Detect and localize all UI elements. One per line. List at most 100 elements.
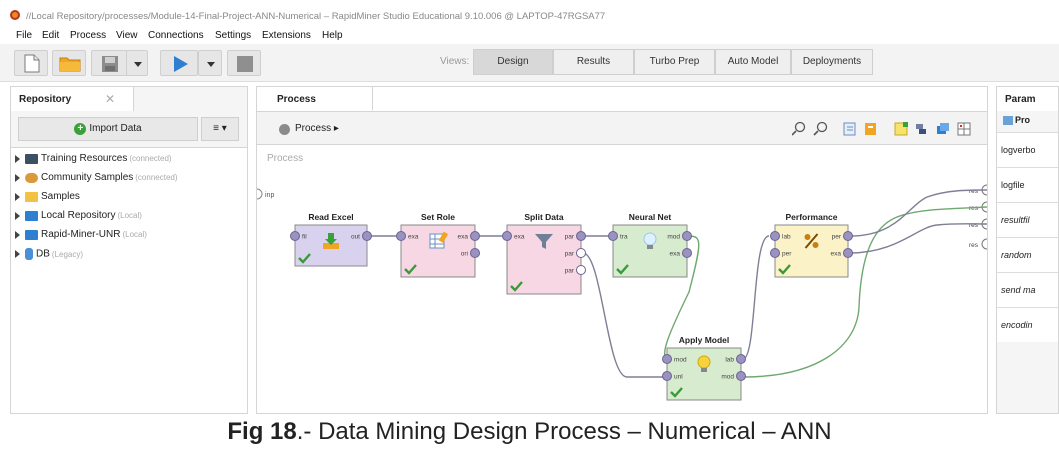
repository-menu-button[interactable]: ≡ ▾ <box>201 117 239 141</box>
tab-deployments[interactable]: Deployments <box>791 49 873 75</box>
process-input-port[interactable]: inp <box>257 188 274 200</box>
output-port[interactable] <box>736 354 746 364</box>
menu-view[interactable]: View <box>116 30 138 41</box>
tab-design[interactable]: Design <box>473 49 553 75</box>
repository-item-status: (Local) <box>122 230 147 239</box>
param-label: logfile <box>1001 180 1025 190</box>
input-port[interactable] <box>290 231 300 241</box>
output-port[interactable] <box>682 231 692 241</box>
output-port[interactable] <box>576 231 586 241</box>
output-port[interactable] <box>470 248 480 258</box>
open-folder-icon <box>59 57 81 72</box>
param-row-resultfile[interactable]: resultfil <box>997 202 1058 237</box>
operator-apply-model[interactable]: Apply Model mod unl lab mod <box>662 335 746 401</box>
input-port[interactable] <box>770 231 780 241</box>
figure-caption: Fig 18.- Data Mining Design Process – Nu… <box>0 418 1059 446</box>
menu-edit[interactable]: Edit <box>42 30 59 41</box>
param-label: send ma <box>1001 285 1036 295</box>
chevron-down-icon <box>134 62 142 67</box>
output-port-label: par <box>565 234 575 241</box>
expand-arrow-icon[interactable] <box>15 250 20 258</box>
run-process-button[interactable] <box>160 50 198 76</box>
save-process-button[interactable] <box>91 50 129 76</box>
repository-item-training-resources[interactable]: Training Resources (connected) <box>15 153 172 169</box>
expand-arrow-icon[interactable] <box>15 154 20 163</box>
param-label: logverbo <box>1001 145 1036 155</box>
figure-caption-text: .- Data Mining Design Process – Numerica… <box>296 418 832 445</box>
expand-arrow-icon[interactable] <box>15 211 20 220</box>
folder-icon <box>25 191 38 202</box>
input-port[interactable] <box>662 354 672 364</box>
operator-set-role[interactable]: Set Role exa exa ori <box>396 212 480 278</box>
input-port[interactable] <box>608 231 618 241</box>
repository-item-local-repository[interactable]: Local Repository (Local) <box>15 210 142 226</box>
param-row-logfile[interactable]: logfile <box>997 167 1058 202</box>
operator-neural-net[interactable]: Neural Net tra mod exa <box>608 212 692 278</box>
operator-read-excel[interactable]: Read Excel fil out <box>290 212 372 267</box>
operator-title: Neural Net <box>629 212 672 222</box>
menu-help[interactable]: Help <box>322 30 343 41</box>
result-port-label: res <box>969 222 979 229</box>
input-port-label: inp <box>265 192 274 199</box>
import-data-button[interactable]: + Import Data <box>18 117 198 141</box>
tab-turbo-prep[interactable]: Turbo Prep <box>634 49 715 75</box>
repository-item-label: Community Samples <box>41 172 134 183</box>
tab-repository[interactable]: Repository ✕ <box>11 87 134 111</box>
repository-item-community-samples[interactable]: Community Samples (connected) <box>15 172 178 188</box>
result-port-label: res <box>969 205 979 212</box>
main-toolbar: Views: Design Results Turbo Prep Auto Mo… <box>0 44 1059 82</box>
param-row-random-seed[interactable]: random <box>997 237 1058 272</box>
parameters-tab-label: Param <box>1005 94 1036 105</box>
tab-auto-model[interactable]: Auto Model <box>715 49 791 75</box>
menu-process[interactable]: Process <box>70 30 106 41</box>
window-title: //Local Repository/processes/Module-14-F… <box>26 11 606 22</box>
figure-number: Fig 18 <box>227 418 297 445</box>
tab-results[interactable]: Results <box>553 49 634 75</box>
expand-arrow-icon[interactable] <box>15 230 20 239</box>
output-port[interactable] <box>682 248 692 258</box>
canvas-label: Process <box>267 153 303 164</box>
result-port[interactable] <box>981 238 987 250</box>
menu-connections[interactable]: Connections <box>148 30 204 41</box>
process-panel: Process Process ▸ Process inp res res re… <box>256 86 988 414</box>
menu-extensions[interactable]: Extensions <box>262 30 311 41</box>
input-port[interactable] <box>396 231 406 241</box>
input-port[interactable] <box>662 371 672 381</box>
repository-item-db[interactable]: DB (Legacy) <box>15 248 83 264</box>
chevron-down-icon <box>207 62 215 67</box>
output-port[interactable] <box>843 231 853 241</box>
operator-split-data[interactable]: Split Data exa par par par <box>502 212 586 295</box>
param-label: random <box>1001 250 1032 260</box>
output-port[interactable] <box>843 248 853 258</box>
run-dropdown-button[interactable] <box>198 50 222 76</box>
operator-performance[interactable]: Performance lab per per exa <box>770 212 853 278</box>
save-dropdown-button[interactable] <box>126 50 148 76</box>
output-port[interactable] <box>576 248 586 258</box>
expand-arrow-icon[interactable] <box>15 192 20 201</box>
repository-item-status: (Legacy) <box>51 249 84 259</box>
close-icon[interactable]: ✕ <box>105 92 115 106</box>
input-port[interactable] <box>502 231 512 241</box>
output-port[interactable] <box>362 231 372 241</box>
tab-parameters[interactable]: Param <box>997 87 1058 111</box>
menu-settings[interactable]: Settings <box>215 30 251 41</box>
output-port[interactable] <box>576 265 586 275</box>
menu-file[interactable]: File <box>16 30 32 41</box>
expand-arrow-icon[interactable] <box>15 173 20 182</box>
open-process-button[interactable] <box>52 50 86 76</box>
output-port-label: exa <box>670 251 681 258</box>
stop-process-button[interactable] <box>227 50 261 76</box>
process-canvas[interactable]: Process inp res res res res Read Excelfi… <box>257 87 987 413</box>
repository-item-rapid-miner-unr[interactable]: Rapid-Miner-UNR (Local) <box>15 229 147 245</box>
input-port[interactable] <box>770 248 780 258</box>
operators-layer: Read Excel fil out Set Role exa exa ori Split D… <box>290 212 853 401</box>
output-port[interactable] <box>470 231 480 241</box>
new-process-button[interactable] <box>14 50 48 76</box>
param-row-send-mail[interactable]: send ma <box>997 272 1058 307</box>
param-row-logverbosity[interactable]: logverbo <box>997 132 1058 167</box>
output-port[interactable] <box>736 371 746 381</box>
repository-item-samples[interactable]: Samples <box>15 191 80 207</box>
operator-title: Read Excel <box>308 212 353 222</box>
param-row-encoding[interactable]: encodin <box>997 307 1058 342</box>
output-port-label: per <box>832 234 842 241</box>
